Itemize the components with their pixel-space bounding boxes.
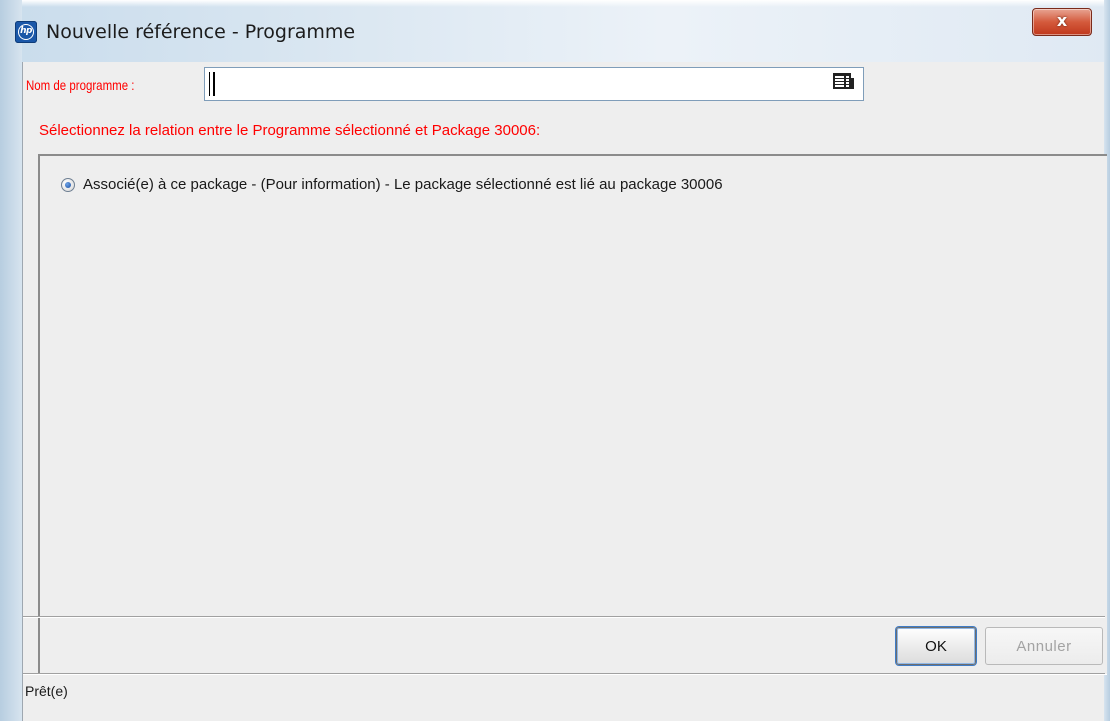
status-bar-separator [23, 673, 1105, 675]
relation-options-panel: Associé(e) à ce package - (Pour informat… [38, 154, 1107, 675]
program-name-input[interactable] [204, 67, 864, 101]
text-caret [213, 72, 215, 96]
list-lookup-icon-tab [851, 78, 854, 89]
status-bar-text: Prêt(e) [25, 683, 68, 699]
button-bar-separator [23, 616, 1105, 618]
close-button[interactable]: x [1032, 8, 1092, 36]
relation-radio-button[interactable] [61, 178, 75, 192]
relation-instruction: Sélectionnez la relation entre le Progra… [39, 122, 541, 139]
input-border-mark [209, 72, 210, 96]
title-bar-highlight [0, 0, 1110, 7]
ok-button[interactable]: OK [896, 627, 976, 665]
hp-logo-text: hp [18, 24, 34, 40]
radio-selected-dot [65, 182, 71, 188]
close-icon: x [1056, 11, 1068, 30]
list-lookup-icon-column [844, 75, 846, 87]
dialog-content: Nom de programme : Sélectionnez la relat… [22, 62, 1107, 721]
dialog-window: hp Nouvelle référence - Programme x Nom … [0, 0, 1110, 721]
window-title: Nouvelle référence - Programme [46, 21, 356, 43]
hp-logo-icon: hp [15, 21, 37, 43]
program-name-label: Nom de programme : [26, 77, 135, 93]
relation-option-label[interactable]: Associé(e) à ce package - (Pour informat… [83, 176, 723, 193]
list-lookup-icon[interactable] [833, 73, 854, 89]
cancel-button[interactable]: Annuler [985, 627, 1103, 665]
window-left-frame [0, 0, 22, 721]
